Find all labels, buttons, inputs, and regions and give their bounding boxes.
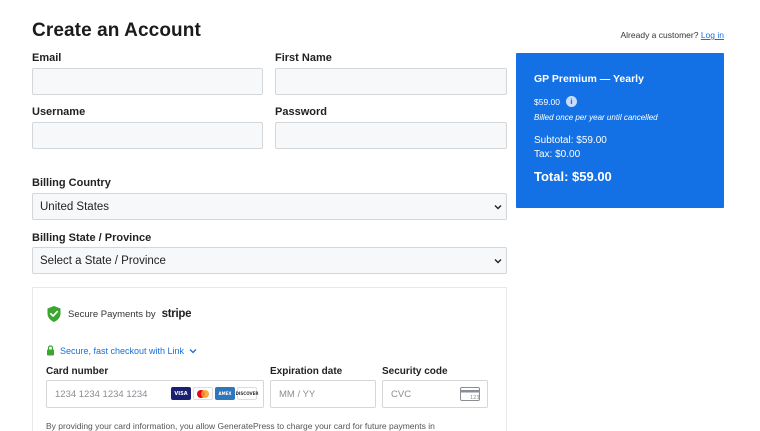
mastercard-icon: [193, 387, 213, 400]
card-number-placeholder: 1234 1234 1234 1234: [55, 389, 148, 400]
subtotal: Subtotal: $59.00: [534, 135, 607, 146]
already-customer-text: Already a customer? Log in: [621, 30, 725, 40]
secure-payments-text: Secure Payments by: [68, 308, 156, 320]
first-name-field[interactable]: [275, 68, 507, 95]
first-name-label: First Name: [275, 52, 332, 64]
username-label: Username: [32, 106, 86, 118]
chevron-down-icon: [494, 259, 502, 264]
billing-country-select[interactable]: United States: [32, 193, 507, 220]
lock-icon: [47, 345, 54, 356]
card-consent-text: By providing your card information, you …: [46, 421, 435, 431]
chevron-down-icon: [189, 348, 197, 353]
email-field[interactable]: [32, 68, 263, 95]
card-number-input[interactable]: 1234 1234 1234 1234 VISA AMEX DISCOVER: [46, 380, 264, 408]
card-number-label: Card number: [46, 366, 109, 377]
billing-state-value: Select a State / Province: [40, 255, 166, 267]
billing-note: Billed once per year until cancelled: [534, 113, 658, 122]
billing-country-label: Billing Country: [32, 177, 111, 189]
discover-icon: DISCOVER: [236, 387, 258, 400]
billing-state-label: Billing State / Province: [32, 232, 152, 244]
tax: Tax: $0.00: [534, 149, 581, 160]
order-summary: GP Premium — Yearly $59.00 i Billed once…: [516, 53, 724, 208]
password-label: Password: [275, 106, 327, 118]
cvc-card-icon: 123: [460, 387, 480, 401]
visa-icon: VISA: [171, 387, 191, 400]
secure-payments-row: Secure Payments by stripe: [46, 305, 191, 323]
password-field[interactable]: [275, 122, 507, 149]
security-code-placeholder: CVC: [391, 389, 412, 400]
billing-state-select[interactable]: Select a State / Province: [32, 247, 507, 274]
chevron-down-icon: [494, 205, 502, 210]
amex-icon: AMEX: [215, 387, 235, 400]
email-label: Email: [32, 52, 62, 64]
expiration-input[interactable]: MM / YY: [270, 380, 376, 408]
link-checkout-text: Secure, fast checkout with Link: [60, 345, 185, 356]
plan-name: GP Premium — Yearly: [534, 73, 644, 85]
card-brands: VISA AMEX DISCOVER: [171, 387, 258, 400]
link-checkout-toggle[interactable]: Secure, fast checkout with Link: [46, 345, 197, 356]
plan-price: $59.00: [534, 96, 560, 107]
stripe-logo: stripe: [161, 308, 192, 320]
total: Total: $59.00: [534, 169, 612, 184]
info-icon[interactable]: i: [566, 96, 577, 107]
price-row: $59.00 i: [534, 96, 706, 107]
billing-country-value: United States: [40, 201, 110, 213]
expiration-placeholder: MM / YY: [279, 389, 316, 400]
expiration-label: Expiration date: [270, 366, 343, 377]
already-customer-label: Already a customer?: [620, 30, 699, 40]
svg-text:123: 123: [470, 395, 480, 401]
page-title: Create an Account: [32, 20, 201, 41]
username-field[interactable]: [32, 122, 263, 149]
login-link[interactable]: Log in: [701, 30, 724, 40]
security-code-label: Security code: [382, 366, 448, 377]
shield-check-icon: [47, 306, 61, 322]
security-code-input[interactable]: CVC 123: [382, 380, 488, 408]
